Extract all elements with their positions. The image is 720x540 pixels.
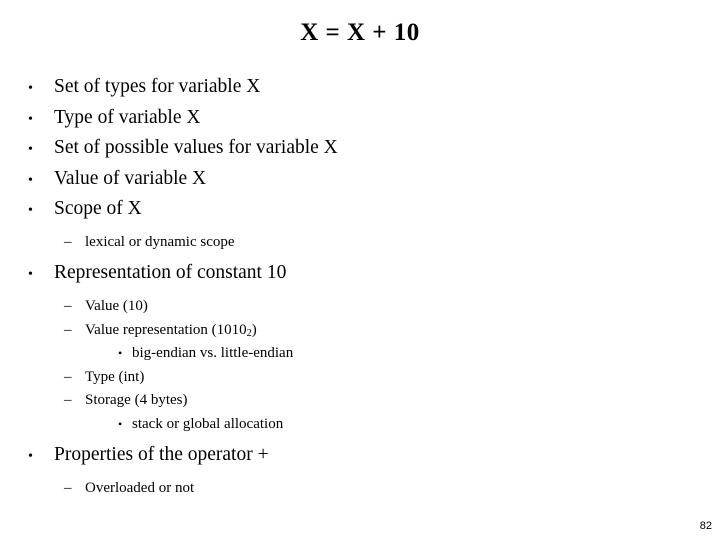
outline-item-text: lexical or dynamic scope [85,233,235,250]
bullet-dot-small-icon: • [118,416,123,431]
bullet-dot-icon: • [28,267,33,283]
outline-item-level3: • stack or global allocation [0,413,720,437]
bullet-dash-icon: – [64,368,72,385]
outline-item-level1: • Set of types for variable X [0,73,720,104]
outline-item-text-main: Value representation (1010 [85,321,247,338]
outline-item-level1: • Properties of the operator + [0,441,720,472]
outline-item-text: Set of possible values for variable X [54,137,338,159]
bullet-dot-icon: • [28,111,33,127]
bullet-dash-icon: – [64,392,72,409]
slide-title: X = X + 10 [300,19,420,46]
outline-item-level2: – Value representation (10102) [0,319,720,343]
bullet-dot-icon: • [28,81,33,96]
bullet-dash-icon: – [64,321,72,338]
bullet-dot-icon: • [28,203,33,219]
outline-item-level1: • Scope of X [0,195,720,226]
outline-item-level2: – Storage (4 bytes) [0,389,720,413]
outline-item-text: Overloaded or not [85,479,195,496]
outline-item-level1: • Set of possible values for variable X [0,134,720,165]
outline-item-level2: – Value (10) [0,295,720,319]
outline-item-level2: – Type (int) [0,366,720,390]
outline-item-text: Storage (4 bytes) [85,392,188,409]
bullet-dash-icon: – [64,233,72,250]
outline-item-text: big-endian vs. little-endian [132,345,294,362]
bullet-dot-icon: • [28,142,33,158]
outline-item-level1: • Representation of constant 10 [0,259,720,290]
outline-item-level2: – Overloaded or not [0,477,720,501]
outline-item-text-tail: ) [251,321,257,338]
outline-item-text: Properties of the operator + [54,444,269,466]
outline-item-level3: • big-endian vs. little-endian [0,342,720,366]
slide-body-outline: • Set of types for variable X • Type of … [0,73,720,500]
outline-item-text: Value of variable X [54,167,207,189]
bullet-dot-icon: • [28,172,33,188]
bullet-dash-icon: – [64,479,72,496]
outline-item-text: Value (10) [85,298,148,315]
bullet-dot-icon: • [28,449,33,465]
outline-item-level2: – lexical or dynamic scope [0,231,720,255]
outline-item-text: stack or global allocation [132,415,284,432]
outline-item-text: Type (int) [85,368,145,385]
outline-item-level1: • Value of variable X [0,165,720,196]
outline-item-text: Type of variable X [54,106,201,128]
outline-item-text: Set of types for variable X [54,76,261,97]
outline-item-text: Representation of constant 10 [54,262,287,284]
outline-item-text: Scope of X [54,198,142,220]
bullet-dot-small-icon: • [118,346,123,361]
outline-item-level1: • Type of variable X [0,104,720,135]
presentation-slide: X = X + 10 • Set of types for variable X… [0,0,720,540]
bullet-dash-icon: – [64,298,72,315]
page-number: 82 [699,520,712,532]
outline-item-text: Value representation (10102) [85,319,257,343]
